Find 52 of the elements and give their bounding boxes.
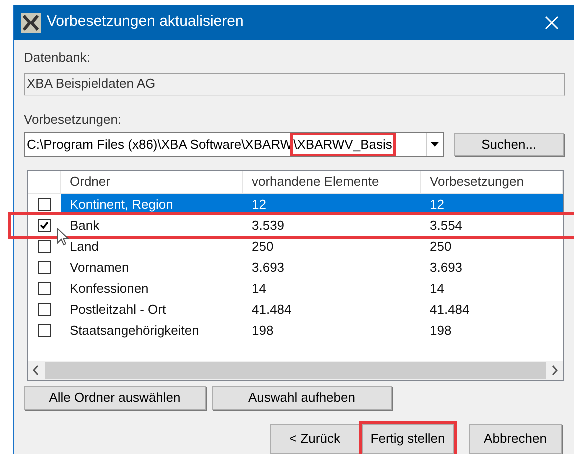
database-label: Datenbank:	[24, 49, 90, 67]
table-cell-text: 3.693	[429, 258, 464, 277]
column-header[interactable]: Ordner	[61, 171, 243, 193]
table-cell-text: 250	[429, 238, 453, 256]
table-cell-text: Konfessionen	[69, 280, 150, 298]
presets-label: Vorbesetzungen:	[24, 110, 122, 129]
selection-button[interactable]: Alle Ordner auswählen	[24, 386, 206, 410]
checkbox[interactable]	[38, 282, 51, 295]
table-row[interactable]: Bank 3.539 3.554	[11, 215, 574, 236]
table-cell-text: Bank	[69, 216, 101, 235]
table-cell-text: 41.484	[429, 300, 471, 319]
checkbox[interactable]	[38, 303, 51, 316]
table-cell-text: Staatsangehörigkeiten	[69, 322, 200, 340]
close-icon[interactable]	[545, 16, 559, 30]
table-cell-text: 3.539	[251, 216, 286, 235]
checkbox[interactable]	[38, 240, 51, 253]
table-cell-text: 3.554	[429, 216, 464, 235]
table-cell-text: 198	[429, 322, 453, 340]
table-cell-text: 250	[251, 238, 275, 256]
mouse-pointer-icon	[57, 228, 69, 246]
table-cell-text: 12	[251, 196, 268, 214]
checkbox[interactable]	[38, 324, 51, 337]
presets-path-field[interactable]: C:\Program Files (x86)\XBA Software\XBARW\XBARWV_Basis	[24, 132, 444, 157]
selection-button[interactable]: Auswahl aufheben	[212, 386, 392, 410]
horizontal-scrollbar[interactable]	[28, 361, 563, 380]
database-field: XBA Beispieldaten AG	[24, 72, 565, 96]
table-cell-text: 41.484	[251, 300, 293, 319]
column-header[interactable]: vorhandene Elemente	[243, 171, 421, 193]
table-row[interactable]: Vornamen 3.693 3.693	[28, 257, 563, 278]
app-logo-icon	[21, 12, 41, 32]
table-row[interactable]: Postleitzahl - Ort 41.484 41.484	[28, 299, 563, 320]
checkbox[interactable]	[38, 261, 51, 274]
table-cell-text: 14	[251, 280, 268, 298]
table-cell-text: 12	[429, 196, 446, 214]
table-row[interactable]: Land 250 250	[28, 236, 563, 257]
window-title: Vorbesetzungen aktualisieren	[47, 12, 245, 32]
checkbox[interactable]	[38, 198, 51, 211]
table-cell-text: Land	[69, 238, 100, 256]
table-cell-text: Postleitzahl - Ort	[69, 300, 168, 319]
footer-button[interactable]: Fertig stellen	[362, 424, 454, 454]
table-row[interactable]: Staatsangehörigkeiten 198 198	[28, 320, 563, 341]
table-cell-text: 3.693	[251, 258, 286, 277]
column-header[interactable]: Vorbesetzungen	[421, 171, 563, 193]
table-cell-text: Vornamen	[69, 258, 130, 277]
browse-button[interactable]: Suchen...	[454, 133, 564, 156]
footer-button[interactable]: Abbrechen	[469, 424, 562, 454]
checkbox[interactable]	[38, 219, 51, 232]
table-cell-text: 14	[429, 280, 446, 298]
table-cell-text: 198	[251, 322, 275, 340]
table-row[interactable]: Konfessionen 14 14	[28, 278, 563, 299]
footer-button[interactable]: < Zurück	[270, 424, 360, 454]
table-cell-text: Kontinent, Region	[69, 196, 174, 214]
